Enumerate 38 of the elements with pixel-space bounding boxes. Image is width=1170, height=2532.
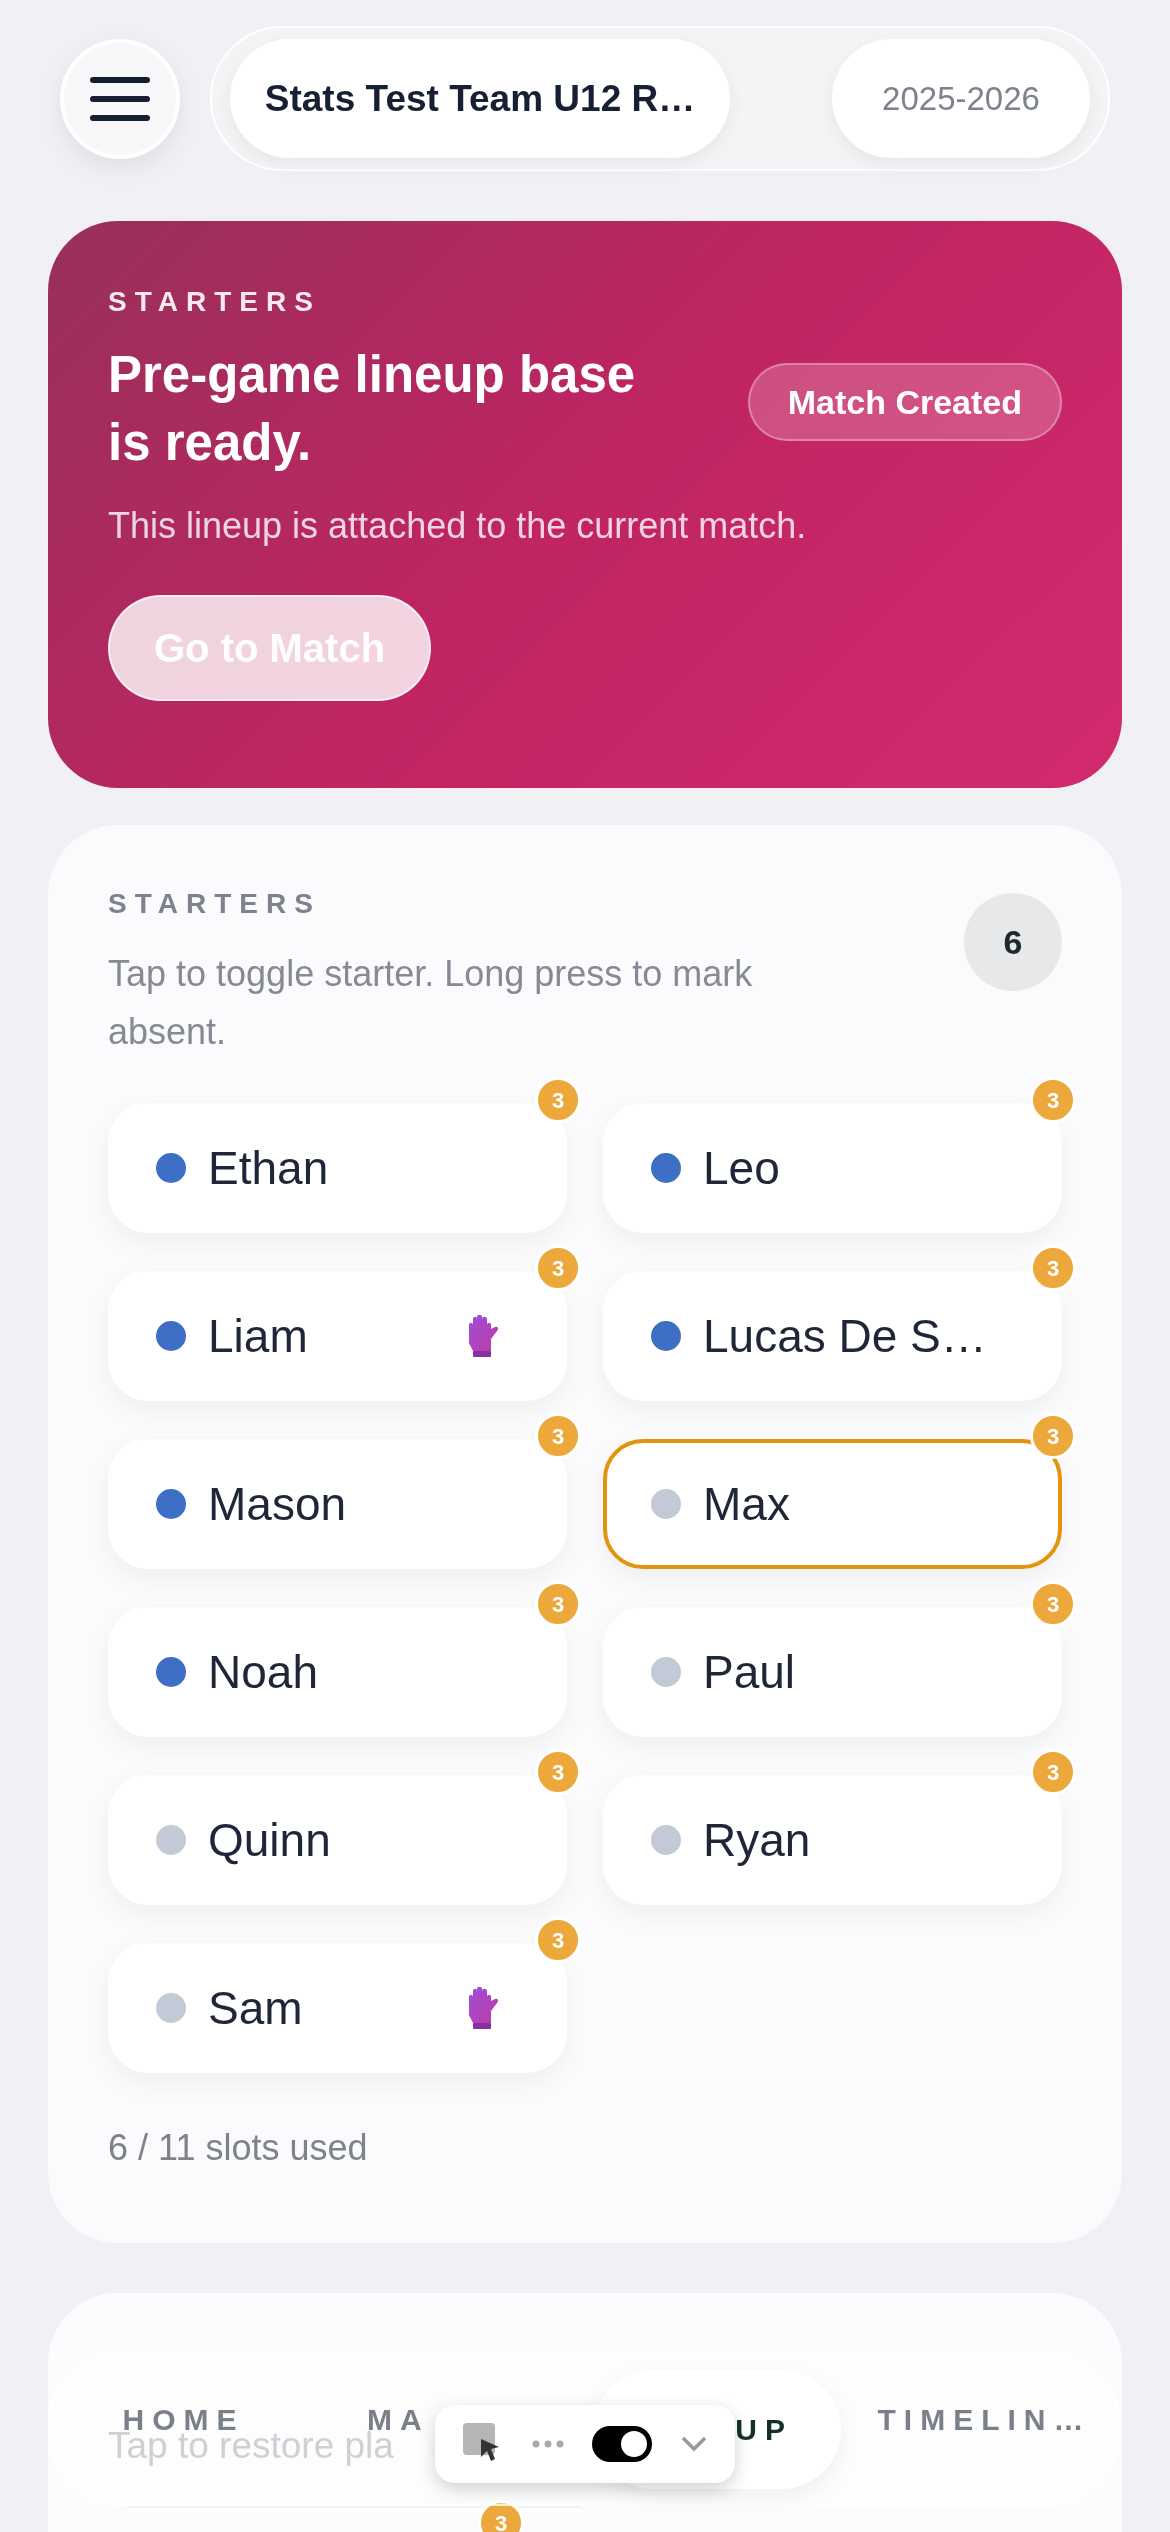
player-name: Max	[703, 1476, 791, 1532]
lineup-status-title: Pre-game lineup base is ready.	[108, 345, 637, 473]
player-name: Mason	[208, 1476, 348, 1532]
slots-used: 6 / 11 slots used	[108, 2126, 369, 2170]
player-name: Ethan	[208, 1140, 330, 1196]
player-name: Liam	[208, 1308, 309, 1364]
match-created-tag: Match Created	[747, 363, 1062, 441]
starter-count: 6	[964, 893, 1062, 991]
nav-tab[interactable]: MA	[367, 2397, 430, 2442]
section-eyebrow: STARTERS	[108, 887, 322, 921]
count-badge: 3	[1030, 1749, 1076, 1795]
count-badge: 3	[535, 1581, 581, 1627]
count-badge: 3	[1030, 1245, 1076, 1291]
menu-icon	[90, 76, 150, 121]
count-badge: 3	[1030, 1413, 1076, 1459]
toggle-switch[interactable]	[592, 2426, 653, 2462]
player-name: Paul	[703, 1644, 797, 1700]
lineup-status-description: This lineup is attached to the current match.	[108, 504, 808, 548]
player-name: Noah	[208, 1644, 319, 1700]
starters-hint: Tap to toggle starter. Long press to mark absent.	[108, 952, 754, 1054]
chevron-down-icon[interactable]	[680, 2436, 707, 2452]
count-badge: 3	[535, 1077, 581, 1123]
section-eyebrow: STARTERS	[108, 285, 322, 319]
player-name: Lucas De S…	[703, 1308, 988, 1364]
player-name: Quinn	[208, 1812, 332, 1868]
season-selector[interactable]: 2025-2026	[832, 39, 1090, 158]
count-badge: 3	[535, 1749, 581, 1795]
count-badge: 3	[535, 1917, 581, 1963]
team-selector[interactable]: Stats Test Team U12 R…	[230, 39, 730, 158]
count-badge: 3	[1030, 1581, 1076, 1627]
count-badge: 3	[535, 1245, 581, 1291]
nav-tab[interactable]: TIMELIN…	[877, 2397, 1092, 2442]
count-badge: 3	[478, 2500, 524, 2532]
player-name: Leo	[703, 1140, 781, 1196]
player-name: Ryan	[703, 1812, 812, 1868]
count-badge: 3	[535, 1413, 581, 1459]
player-name: Sam	[208, 1980, 304, 2036]
count-badge: 3	[1030, 1077, 1076, 1123]
